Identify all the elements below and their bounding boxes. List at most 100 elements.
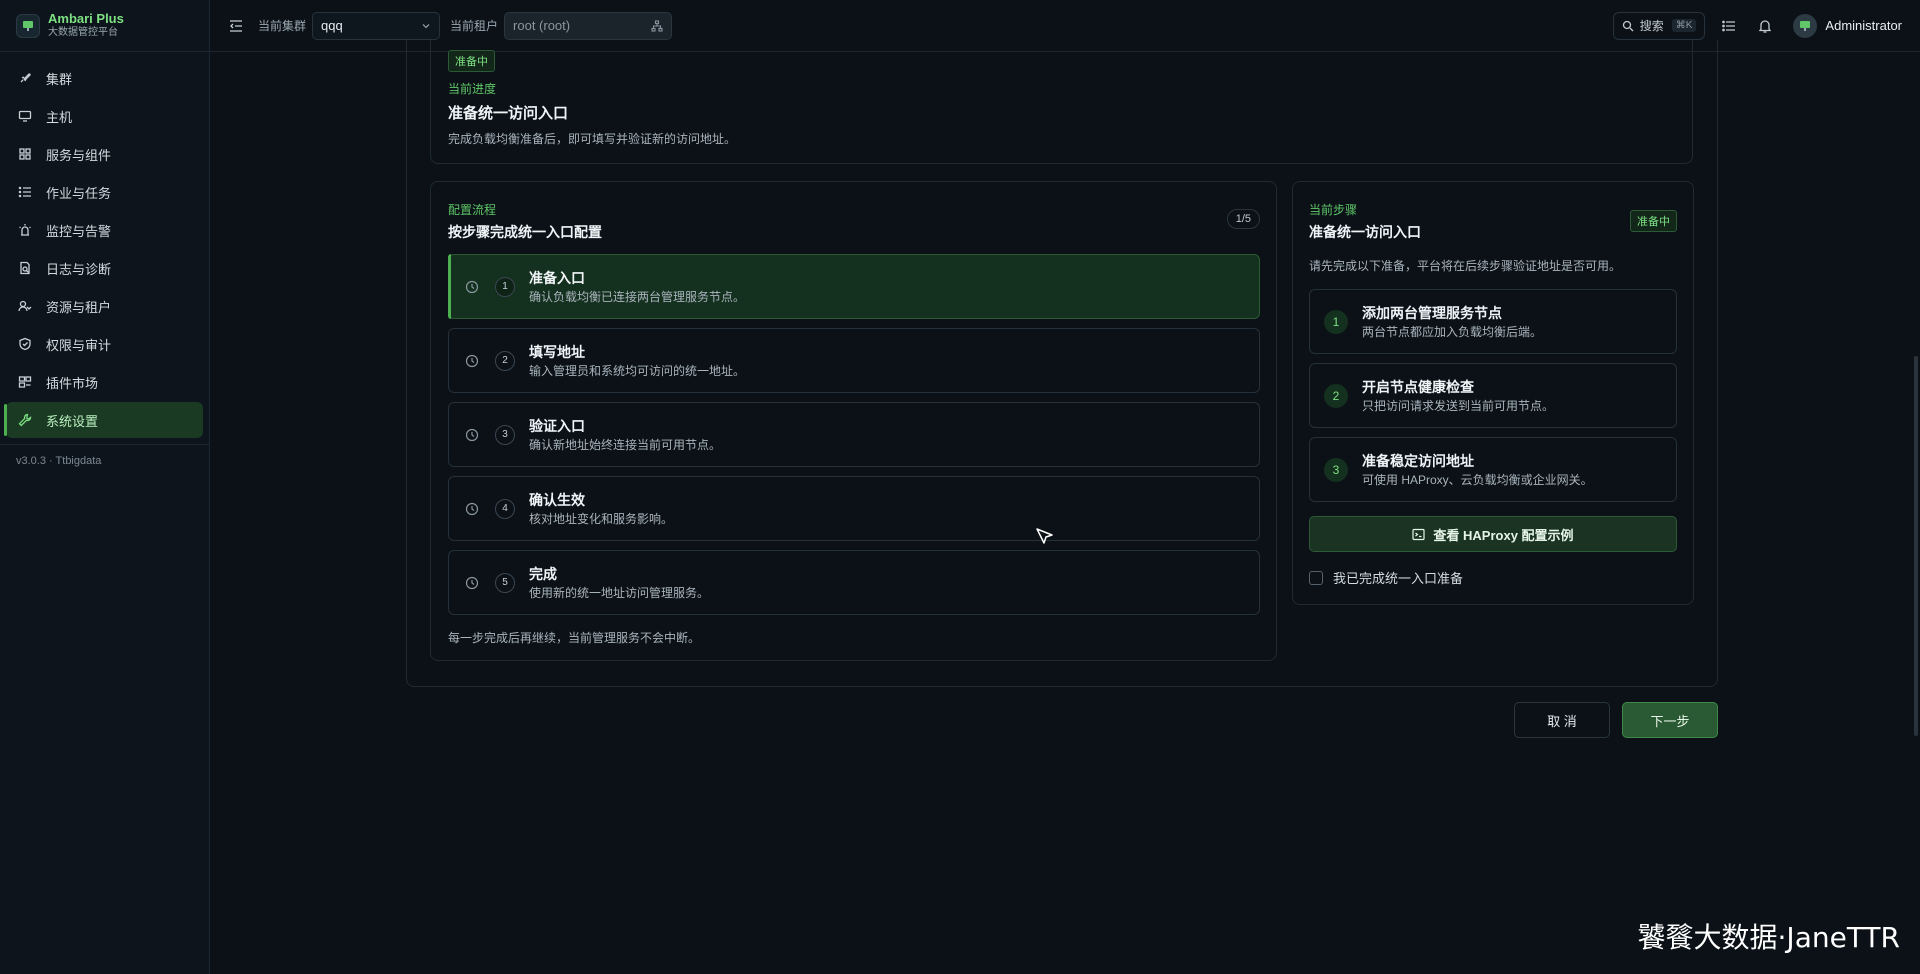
step-desc: 输入管理员和系统均可访问的统一地址。 (529, 363, 746, 378)
sidebar-item-monitor[interactable]: 监控与告警 (6, 212, 203, 248)
avatar[interactable] (1793, 13, 1818, 38)
terminal-icon (1412, 528, 1426, 540)
brand-logo-icon (16, 13, 40, 38)
prep-done-label[interactable]: 我已完成统一入口准备 (1333, 568, 1463, 587)
user-name[interactable]: Administrator (1825, 18, 1902, 33)
prep-number: 3 (1324, 457, 1348, 482)
sidebar-item-label: 服务与组件 (46, 147, 112, 163)
current-step-title: 准备统一访问入口 (1309, 224, 1421, 240)
tenant-value: root (root) (513, 18, 571, 33)
current-step-label: 当前步骤 (1309, 203, 1358, 217)
prep-item: 3 准备稳定访问地址 可使用 HAProxy、云负载均衡或企业网关。 (1309, 437, 1677, 502)
sidebar-item-plugins[interactable]: 插件市场 (6, 364, 203, 400)
sidebar-item-label: 日志与诊断 (46, 261, 112, 277)
sidebar-item-label: 系统设置 (46, 413, 99, 429)
step-title: 填写地址 (529, 343, 585, 360)
prep-desc: 可使用 HAProxy、云负载均衡或企业网关。 (1362, 472, 1593, 487)
sidebar-item-label: 权限与审计 (46, 337, 112, 353)
bell-icon[interactable] (1757, 18, 1773, 34)
flow-footer: 每一步完成后再继续，当前管理服务不会中断。 (448, 631, 701, 645)
sidebar-item-label: 作业与任务 (46, 185, 112, 201)
cluster-select-value: qqq (321, 18, 343, 33)
flow-label: 配置流程 (448, 203, 497, 217)
progress-title: 准备统一访问入口 (448, 105, 569, 122)
sidebar-item-label: 资源与租户 (46, 299, 112, 315)
status-badge: 准备中 (1630, 210, 1677, 232)
step-desc: 使用新的统一地址访问管理服务。 (529, 585, 710, 600)
chevron-down-icon (422, 23, 430, 28)
alarm-icon (19, 224, 31, 236)
step-item[interactable]: 1 准备入口 确认负载均衡已连接两台管理服务节点。 (448, 254, 1260, 319)
step-title: 确认生效 (529, 491, 585, 508)
step-title: 完成 (529, 565, 557, 582)
step-item[interactable]: 2 填写地址 输入管理员和系统均可访问的统一地址。 (448, 328, 1260, 393)
wrench-icon (18, 413, 32, 427)
collapse-sidebar-icon[interactable] (228, 18, 244, 34)
step-number: 4 (495, 498, 515, 519)
haproxy-example-button[interactable]: 查看 HAProxy 配置示例 (1309, 516, 1677, 552)
step-desc: 确认负载均衡已连接两台管理服务节点。 (529, 289, 746, 304)
monitor-icon (18, 110, 32, 122)
sidebar-item-logs[interactable]: 日志与诊断 (6, 250, 203, 286)
page-scrollbar[interactable] (1914, 356, 1918, 736)
sidebar-item-jobs[interactable]: 作业与任务 (6, 174, 203, 210)
brand-title: Ambari Plus (48, 11, 124, 26)
cancel-button[interactable]: 取 消 (1514, 702, 1610, 738)
rocket-icon (20, 73, 31, 83)
prep-done-checkbox[interactable] (1309, 570, 1323, 585)
current-step-card: 当前步骤 准备统一访问入口 准备中 请先完成以下准备，平台将在后续步骤验证地址是… (1292, 181, 1694, 605)
search-shortcut: ⌘K (1671, 19, 1697, 32)
status-badge: 准备中 (448, 50, 495, 72)
prep-desc: 两台节点都应加入负载均衡后端。 (1362, 324, 1543, 339)
progress-desc: 完成负载均衡准备后，即可填写并验证新的访问地址。 (448, 132, 737, 146)
step-item[interactable]: 5 完成 使用新的统一地址访问管理服务。 (448, 550, 1260, 615)
tenant-tree-icon (651, 19, 663, 32)
task-list-icon[interactable] (1721, 18, 1737, 34)
users-icon (18, 300, 32, 312)
progress-card: 准备中 当前进度 准备统一访问入口 完成负载均衡准备后，即可填写并验证新的访问地… (430, 40, 1693, 164)
cluster-select[interactable]: qqq (312, 11, 441, 40)
prep-done-checkbox-row[interactable]: 我已完成统一入口准备 (1309, 568, 1463, 587)
flow-card: 配置流程 按步骤完成统一入口配置 1/5 1 准备入口 确认负载均衡已连接两台管… (430, 181, 1277, 661)
flow-title: 按步骤完成统一入口配置 (448, 224, 602, 240)
next-button[interactable]: 下一步 (1622, 702, 1718, 738)
sidebar-item-label: 集群 (46, 71, 73, 87)
tenant-field: root (root) (504, 11, 673, 40)
log-icon (20, 261, 30, 275)
sidebar-item-label: 监控与告警 (46, 223, 112, 239)
clock-icon (465, 576, 479, 589)
sidebar-item-cluster[interactable]: 集群 (6, 60, 203, 96)
current-step-intro: 请先完成以下准备，平台将在后续步骤验证地址是否可用。 (1309, 259, 1622, 273)
sidebar-item-audit[interactable]: 权限与审计 (6, 326, 203, 362)
step-desc: 核对地址变化和服务影响。 (529, 511, 674, 526)
sidebar-nav: 集群 主机 服务与组件 作业与任务 监控与告警 日志与诊断 资源与租户 权限与审… (0, 52, 209, 438)
step-number: 5 (495, 572, 515, 593)
sidebar-item-host[interactable]: 主机 (6, 98, 203, 134)
sidebar-item-resources[interactable]: 资源与租户 (6, 288, 203, 324)
prep-item: 2 开启节点健康检查 只把访问请求发送到当前可用节点。 (1309, 363, 1677, 428)
progress-label: 当前进度 (448, 82, 497, 96)
sidebar-item-settings[interactable]: 系统设置 (4, 402, 203, 438)
step-title: 准备入口 (529, 269, 585, 286)
list-icon (18, 186, 31, 198)
search-button[interactable]: 搜索 ⌘K (1612, 11, 1706, 40)
cluster-label: 当前集群 (258, 19, 307, 33)
topbar-actions: 搜索 ⌘K Administrator (1612, 11, 1902, 40)
clock-icon (465, 280, 479, 293)
search-label: 搜索 (1639, 19, 1664, 33)
prep-item: 1 添加两台管理服务节点 两台节点都应加入负载均衡后端。 (1309, 289, 1677, 354)
sidebar-item-services[interactable]: 服务与组件 (6, 136, 203, 172)
prep-number: 2 (1324, 383, 1348, 408)
grid-icon (19, 148, 31, 160)
prep-title: 开启节点健康检查 (1362, 378, 1474, 395)
clock-icon (465, 428, 479, 441)
tenant-label: 当前租户 (450, 19, 499, 33)
step-item[interactable]: 3 验证入口 确认新地址始终连接当前可用节点。 (448, 402, 1260, 467)
step-number: 2 (495, 350, 515, 371)
clock-icon (465, 354, 479, 367)
haproxy-button-label: 查看 HAProxy 配置示例 (1433, 527, 1574, 543)
shield-icon (19, 337, 31, 351)
step-item[interactable]: 4 确认生效 核对地址变化和服务影响。 (448, 476, 1260, 541)
brand[interactable]: Ambari Plus 大数据管控平台 (0, 0, 209, 52)
mouse-cursor-icon (1036, 528, 1053, 544)
